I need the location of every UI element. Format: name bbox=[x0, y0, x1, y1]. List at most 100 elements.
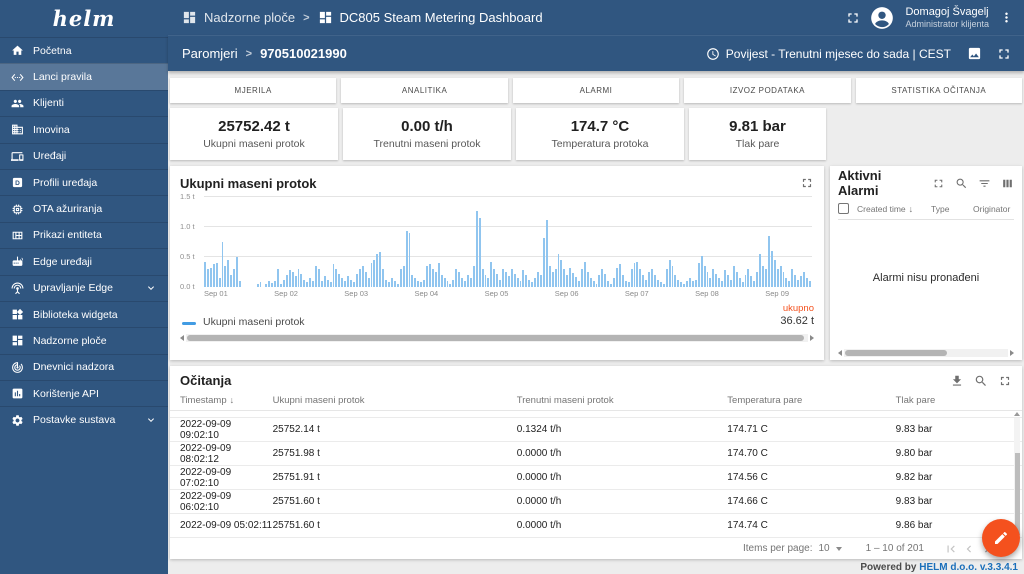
columns-icon[interactable] bbox=[1001, 177, 1014, 190]
clock-icon bbox=[706, 47, 720, 61]
column-header-label: Tlak pare bbox=[895, 395, 936, 407]
bar bbox=[510, 269, 513, 287]
rule-chains-icon bbox=[11, 71, 24, 84]
table-row[interactable]: 2022-09-09 08:02:12 25751.98 t 0.0000 t/h 1… bbox=[170, 442, 1022, 467]
sidebar-item-api-usage[interactable]: Korištenje API bbox=[0, 380, 168, 406]
bar bbox=[493, 269, 496, 287]
entity-name[interactable]: 970510021990 bbox=[260, 46, 347, 61]
column-header-4[interactable]: Temperatura pare bbox=[727, 395, 895, 406]
fullscreen-icon[interactable] bbox=[998, 374, 1012, 388]
search-icon[interactable] bbox=[955, 177, 968, 190]
items-per-page-select[interactable]: 10 bbox=[818, 543, 842, 554]
sidebar-item-home[interactable]: Početna bbox=[0, 37, 168, 63]
user-block[interactable]: Domagoj Švagelj Administrator klijenta bbox=[905, 6, 989, 30]
sidebar-item-audit-logs[interactable]: Dnevnici nadzora bbox=[0, 353, 168, 380]
column-header-originator[interactable]: Originator bbox=[973, 204, 1010, 214]
table-row[interactable]: 2022-09-09 05:02:11 25751.60 t 0.0000 t/h 1… bbox=[170, 514, 1022, 539]
bar bbox=[408, 233, 411, 287]
scrollbar-thumb[interactable] bbox=[1014, 453, 1020, 535]
select-all-checkbox[interactable] bbox=[838, 203, 849, 214]
fullscreen-icon[interactable] bbox=[845, 10, 861, 26]
sidebar-item-customers[interactable]: Klijenti bbox=[0, 89, 168, 116]
bar bbox=[513, 273, 516, 287]
bar bbox=[791, 269, 794, 287]
column-header-created-time[interactable]: Created time ↓ bbox=[857, 204, 931, 214]
sidebar-item-devices[interactable]: Uređaji bbox=[0, 142, 168, 169]
bar bbox=[548, 266, 551, 287]
export-image-icon[interactable] bbox=[967, 46, 982, 61]
bar bbox=[452, 279, 455, 287]
column-header-type[interactable]: Type bbox=[931, 204, 973, 214]
sidebar-item-edge-management[interactable]: Upravljanje Edge bbox=[0, 274, 168, 301]
table-row[interactable]: 2022-09-09 07:02:10 25751.91 t 0.0000 t/h 1… bbox=[170, 466, 1022, 491]
x-tick-label: Sep 06 bbox=[554, 289, 579, 298]
scrollbar-thumb[interactable] bbox=[187, 334, 804, 341]
scroll-up-icon[interactable] bbox=[1014, 412, 1020, 416]
avatar[interactable] bbox=[869, 5, 895, 31]
bar bbox=[744, 275, 747, 287]
fullscreen-icon[interactable] bbox=[800, 176, 814, 190]
fullscreen-icon[interactable] bbox=[932, 177, 945, 190]
state-tab-2[interactable]: ANALITIKA bbox=[341, 78, 508, 103]
legend-series-label[interactable]: Ukupni maseni protok bbox=[203, 316, 305, 328]
breadcrumb-dashboards[interactable]: Nadzorne ploče bbox=[182, 10, 295, 25]
download-icon[interactable] bbox=[950, 374, 964, 388]
powered-by-company-link[interactable]: HELM d.o.o. bbox=[919, 562, 977, 573]
bar bbox=[414, 278, 417, 287]
filter-icon[interactable] bbox=[978, 177, 991, 190]
state-tab-5[interactable]: STATISTIKA OČITANJA bbox=[855, 78, 1023, 103]
table-row[interactable]: 2022-09-09 06:02:10 25751.60 t 0.0000 t/h 1… bbox=[170, 490, 1022, 515]
sidebar-item-dashboards[interactable]: Nadzorne ploče bbox=[0, 327, 168, 353]
sidebar-item-rule-chains[interactable]: Lanci pravila bbox=[0, 63, 168, 90]
entity-group-link[interactable]: Paromjeri bbox=[182, 46, 238, 61]
sidebar-item-device-profiles[interactable]: D Profili uređaja bbox=[0, 168, 168, 195]
scroll-right-icon[interactable] bbox=[810, 334, 814, 341]
state-tab-1[interactable]: MJERILA bbox=[170, 78, 337, 103]
more-vert-icon[interactable] bbox=[999, 10, 1014, 25]
first-page-icon[interactable] bbox=[944, 542, 958, 556]
sidebar-item-system-settings[interactable]: Postavke sustava bbox=[0, 406, 168, 432]
sidebar-item-assets[interactable]: Imovina bbox=[0, 116, 168, 142]
bar bbox=[578, 281, 580, 287]
prev-page-icon[interactable] bbox=[962, 542, 976, 556]
bar bbox=[554, 269, 557, 287]
breadcrumb-current-dashboard[interactable]: DC805 Steam Metering Dashboard bbox=[318, 10, 543, 25]
table-cell: 174.70 C bbox=[727, 448, 768, 460]
fullscreen-icon[interactable] bbox=[996, 46, 1012, 62]
bar bbox=[309, 278, 312, 287]
x-tick-label: Sep 08 bbox=[695, 289, 719, 298]
main-column: Nadzorne ploče > DC805 Steam Metering Da… bbox=[168, 0, 1024, 574]
column-header-5[interactable]: Tlak pare bbox=[896, 395, 1022, 406]
readings-vertical-scrollbar[interactable] bbox=[1014, 412, 1020, 535]
table-row[interactable]: 2022-09-09 09:02:10 25752.14 t 0.1324 t/h 1… bbox=[170, 418, 1022, 443]
bar bbox=[586, 272, 589, 287]
column-header-1[interactable]: Timestamp ↓ bbox=[180, 395, 273, 406]
scroll-left-icon[interactable] bbox=[180, 334, 184, 341]
column-header-2[interactable]: Ukupni maseni protok bbox=[273, 395, 517, 406]
y-tick-label: 0.5 t bbox=[180, 252, 195, 261]
bar bbox=[715, 273, 718, 287]
sidebar-item-edge-instances[interactable]: Edge uređaji bbox=[0, 248, 168, 274]
bar bbox=[484, 275, 487, 287]
table-cell: 174.66 C bbox=[727, 496, 768, 508]
edit-dashboard-fab[interactable] bbox=[982, 519, 1020, 557]
bar bbox=[405, 231, 408, 287]
column-header-3[interactable]: Trenutni maseni protok bbox=[517, 395, 728, 406]
state-tab-3[interactable]: ALARMI bbox=[512, 78, 680, 103]
bar bbox=[800, 276, 802, 287]
sidebar-item-entity-views[interactable]: Prikazi entiteta bbox=[0, 221, 168, 248]
scroll-right-icon[interactable] bbox=[1010, 349, 1014, 356]
alarms-horizontal-scrollbar[interactable] bbox=[838, 348, 1014, 357]
chart-horizontal-scrollbar[interactable] bbox=[180, 333, 814, 342]
timewindow-button[interactable]: Povijest - Trenutni mjesec do sada | CES… bbox=[706, 47, 951, 61]
state-tab-4[interactable]: IZVOZ PODATAKA bbox=[684, 78, 851, 103]
scroll-left-icon[interactable] bbox=[838, 349, 842, 356]
customers-icon bbox=[11, 97, 24, 110]
scrollbar-thumb[interactable] bbox=[845, 349, 947, 356]
breadcrumb-separator: > bbox=[303, 11, 310, 24]
sidebar-item-widget-library[interactable]: Biblioteka widgeta bbox=[0, 300, 168, 327]
sidebar-item-ota-updates[interactable]: OTA ažuriranja bbox=[0, 195, 168, 221]
search-icon[interactable] bbox=[974, 374, 988, 388]
chart-title: Ukupni maseni protok bbox=[180, 175, 317, 191]
bar bbox=[662, 284, 665, 287]
